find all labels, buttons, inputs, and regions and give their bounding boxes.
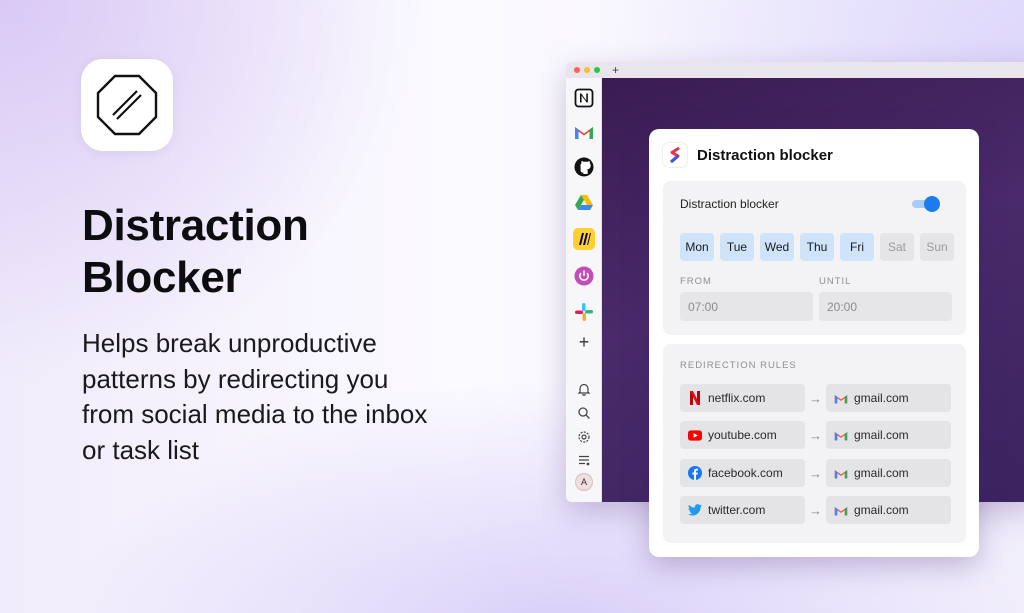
facebook-icon: [688, 466, 702, 480]
extension-logo-icon: [663, 143, 687, 167]
title-bar: +: [566, 62, 1024, 78]
panel-header: Distraction blocker: [663, 143, 833, 167]
source-site-field[interactable]: netflix.com: [680, 384, 805, 412]
redirect-arrow: →: [809, 427, 822, 443]
gmail-icon: [834, 428, 848, 442]
redirect-arrow: →: [809, 502, 822, 518]
slack-icon[interactable]: [573, 301, 595, 323]
google-drive-icon[interactable]: [573, 192, 595, 214]
minimize-window-button[interactable]: [584, 67, 590, 73]
blocker-octagon-icon: [96, 74, 158, 136]
redirect-arrow: →: [809, 465, 822, 481]
page-description: Helps break unproductive patterns by red…: [82, 328, 428, 465]
github-icon[interactable]: [573, 156, 595, 178]
blocker-toggle[interactable]: [912, 196, 940, 212]
maximize-window-button[interactable]: [594, 67, 600, 73]
target-site-field[interactable]: gmail.com: [826, 384, 951, 412]
twitter-icon: [688, 503, 702, 517]
redirection-rule: facebook.com → gmail.com: [680, 459, 951, 487]
day-wed-button[interactable]: Wed: [760, 233, 794, 261]
source-site-text: twitter.com: [708, 503, 766, 517]
day-thu-button[interactable]: Thu: [800, 233, 834, 261]
youtube-icon: [688, 428, 702, 442]
miro-icon[interactable]: [573, 228, 595, 250]
notion-icon[interactable]: [573, 87, 595, 109]
avatar[interactable]: A: [573, 471, 595, 493]
from-time-input[interactable]: 07:00: [680, 292, 813, 321]
distraction-blocker-panel: Distraction blocker Distraction blocker …: [649, 129, 979, 557]
day-sat-button[interactable]: Sat: [880, 233, 914, 261]
panel-title: Distraction blocker: [697, 146, 833, 164]
bell-icon[interactable]: [573, 378, 595, 400]
day-tue-button[interactable]: Tue: [720, 233, 754, 261]
redirection-rules-label: REDIRECTION RULES: [680, 360, 797, 371]
until-time-input[interactable]: 20:00: [819, 292, 952, 321]
gear-icon[interactable]: [573, 426, 595, 448]
target-site-text: gmail.com: [854, 391, 909, 405]
gmail-icon: [834, 503, 848, 517]
search-icon[interactable]: [573, 402, 595, 424]
target-site-field[interactable]: gmail.com: [826, 421, 951, 449]
redirection-rule: youtube.com → gmail.com: [680, 421, 951, 449]
redirect-arrow: →: [809, 390, 822, 406]
list-icon[interactable]: [573, 449, 595, 471]
page-title: Distraction Blocker: [82, 201, 309, 302]
avatar-initial: A: [575, 473, 593, 491]
redirection-rule: netflix.com → gmail.com: [680, 384, 951, 412]
power-icon[interactable]: [573, 265, 595, 287]
target-site-field[interactable]: gmail.com: [826, 496, 951, 524]
redirection-rule: twitter.com → gmail.com: [680, 496, 951, 524]
day-fri-button[interactable]: Fri: [840, 233, 874, 261]
add-app-icon[interactable]: +: [573, 331, 595, 353]
source-site-text: facebook.com: [708, 466, 783, 480]
toggle-knob: [924, 196, 940, 212]
source-site-text: netflix.com: [708, 391, 766, 405]
day-selector: Mon Tue Wed Thu Fri Sat Sun: [680, 233, 954, 261]
target-site-text: gmail.com: [854, 503, 909, 517]
gmail-icon[interactable]: [573, 121, 595, 143]
day-sun-button[interactable]: Sun: [920, 233, 954, 261]
source-site-field[interactable]: youtube.com: [680, 421, 805, 449]
target-site-field[interactable]: gmail.com: [826, 459, 951, 487]
app-sidebar: + A: [566, 78, 602, 502]
schedule-card: Distraction blocker Mon Tue Wed Thu Fri …: [663, 181, 966, 335]
new-tab-button[interactable]: +: [612, 63, 619, 77]
target-site-text: gmail.com: [854, 428, 909, 442]
blocker-toggle-label: Distraction blocker: [680, 197, 779, 211]
app-logo: [81, 59, 173, 151]
redirection-rules-card: REDIRECTION RULES netflix.com → gmail.co…: [663, 344, 966, 543]
close-window-button[interactable]: [574, 67, 580, 73]
source-site-field[interactable]: twitter.com: [680, 496, 805, 524]
target-site-text: gmail.com: [854, 466, 909, 480]
day-mon-button[interactable]: Mon: [680, 233, 714, 261]
gmail-icon: [834, 466, 848, 480]
gmail-icon: [834, 391, 848, 405]
source-site-text: youtube.com: [708, 428, 777, 442]
source-site-field[interactable]: facebook.com: [680, 459, 805, 487]
from-label: FROM: [680, 276, 712, 287]
netflix-icon: [688, 391, 702, 405]
until-label: UNTIL: [819, 276, 852, 287]
